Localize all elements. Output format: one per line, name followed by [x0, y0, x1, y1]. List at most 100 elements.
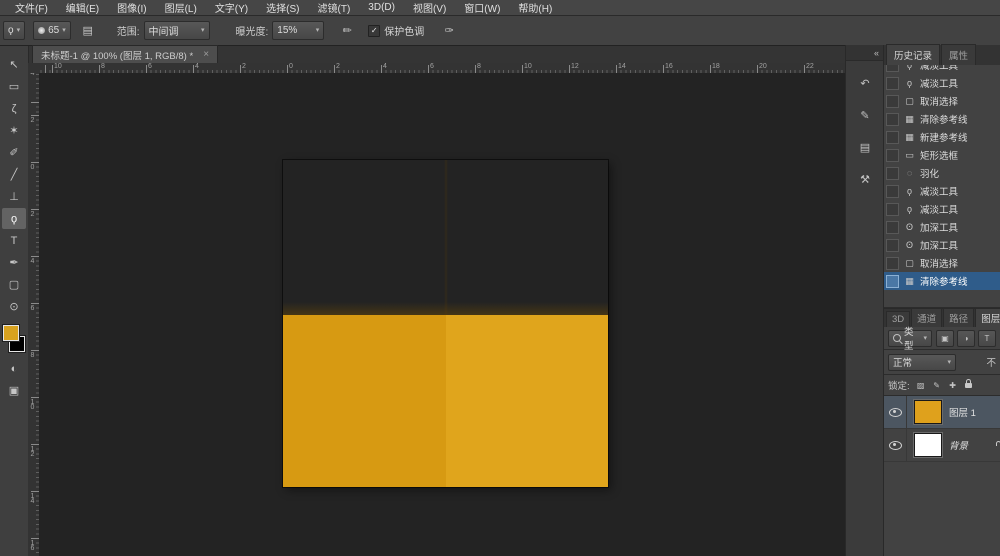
filter-type-layers-icon[interactable]: T [978, 330, 996, 347]
airbrush-toggle-button[interactable]: ✏ [336, 21, 358, 41]
history-source-checkbox[interactable] [886, 239, 899, 252]
history-item[interactable]: ▦ 新建参考线 [884, 128, 1000, 146]
lock-position-icon[interactable]: ✚ [946, 379, 960, 392]
magic-wand-tool[interactable]: ✶ [2, 120, 26, 141]
ruler-number: 14 [616, 63, 626, 70]
panel-dock-strip: « ↶ ✎ ▤ ⚒ [845, 45, 884, 556]
panel-tab[interactable]: 路径 [943, 308, 974, 327]
document-tab[interactable]: 未标题-1 @ 100% (图层 1, RGB/8) * × [32, 45, 218, 63]
visibility-toggle[interactable] [884, 429, 907, 461]
history-source-checkbox[interactable] [886, 185, 899, 198]
collapse-panels-icon[interactable]: « [874, 48, 879, 58]
dock-adjustments-icon[interactable]: ▤ [854, 137, 876, 157]
history-source-checkbox[interactable] [886, 113, 899, 126]
history-item[interactable]: ʘ 加深工具 [884, 236, 1000, 254]
layer-thumbnail[interactable] [914, 433, 942, 457]
rectangle-tool[interactable]: ▢ [2, 274, 26, 295]
lock-all-icon[interactable] [962, 379, 976, 392]
filter-glyph: T [985, 334, 990, 343]
blend-mode-select[interactable]: 正常 ▾ [888, 354, 956, 371]
brush-tool[interactable]: ╱ [2, 164, 26, 185]
zoom-tool[interactable]: ⊙ [2, 296, 26, 317]
menu-item[interactable]: 3D(D) [359, 2, 404, 13]
menu-item[interactable]: 滤镜(T) [309, 0, 360, 15]
history-item[interactable]: ◌ 羽化 [884, 164, 1000, 182]
close-icon[interactable]: × [203, 49, 209, 60]
panel-tab-label: 图层 [981, 314, 1000, 325]
exposure-select[interactable]: 15% ▾ [272, 21, 324, 40]
dock-history-icon[interactable]: ↶ [854, 73, 876, 93]
history-item[interactable]: ▢ 取消选择 [884, 92, 1000, 110]
type-tool[interactable]: T [2, 230, 26, 251]
visibility-toggle[interactable] [884, 396, 907, 428]
filter-pixel-layers-icon[interactable]: ▣ [936, 330, 954, 347]
brush-preset-picker[interactable]: 65 ▾ [33, 21, 71, 40]
tool-icon: ✶ [9, 124, 18, 137]
history-source-checkbox[interactable] [886, 77, 899, 90]
foreground-color-swatch[interactable] [3, 325, 19, 341]
layer-row[interactable]: 背景 [884, 429, 1000, 462]
screen-mode-button[interactable]: ▣ [2, 380, 26, 401]
menu-item[interactable]: 图层(L) [156, 0, 206, 15]
lock-transparency-icon[interactable]: ▨ [914, 379, 928, 392]
menu-item[interactable]: 文件(F) [6, 0, 57, 15]
layer-thumbnail[interactable] [914, 400, 942, 424]
filter-adjustment-layers-icon[interactable]: ◑ [957, 330, 975, 347]
brush-panel-toggle-button[interactable]: ▤ [77, 21, 99, 41]
ruler-number: 10 [522, 63, 532, 70]
menu-item[interactable]: 编辑(E) [57, 0, 108, 15]
canvas-area[interactable] [39, 73, 845, 556]
lock-option-glyph: ▨ [917, 381, 925, 390]
history-source-checkbox[interactable] [886, 149, 899, 162]
tool-preset-picker[interactable]: ϙ ▾ [3, 21, 25, 40]
dock-properties-icon[interactable]: ✎ [854, 105, 876, 125]
history-item[interactable]: ▦ 清除参考线 [884, 110, 1000, 128]
history-item[interactable]: ϙ 减淡工具 [884, 65, 1000, 74]
pen-tool[interactable]: ✒ [2, 252, 26, 273]
history-source-checkbox[interactable] [886, 257, 899, 270]
menu-item[interactable]: 选择(S) [257, 0, 308, 15]
history-item[interactable]: ϙ 减淡工具 [884, 200, 1000, 218]
history-item[interactable]: ▭ 矩形选框 [884, 146, 1000, 164]
history-item[interactable]: ▢ 取消选择 [884, 254, 1000, 272]
layer-filter-kind-select[interactable]: 类型 ▾ [888, 330, 932, 347]
lock-paint-icon[interactable]: ✎ [930, 379, 944, 392]
panel-tab[interactable]: 历史记录 [886, 44, 940, 65]
history-source-checkbox[interactable] [886, 167, 899, 180]
layer-row[interactable]: 图层 1 [884, 396, 1000, 429]
history-source-checkbox[interactable] [886, 203, 899, 216]
history-item[interactable]: ▦ 清除参考线 [884, 272, 1000, 290]
menu-item[interactable]: 帮助(H) [509, 0, 561, 15]
document-image[interactable] [283, 160, 608, 487]
menu-item[interactable]: 文字(Y) [206, 0, 257, 15]
history-item[interactable]: ʘ 加深工具 [884, 218, 1000, 236]
panel-tab[interactable]: 图层 [975, 308, 1000, 327]
history-step-icon: ϙ [903, 204, 916, 214]
quick-mask-button[interactable]: ◐ [2, 358, 26, 379]
tool-icon: ζ [12, 103, 17, 115]
clone-stamp-tool[interactable]: ⊥ [2, 186, 26, 207]
history-item[interactable]: ϙ 减淡工具 [884, 182, 1000, 200]
lasso-tool[interactable]: ζ [2, 98, 26, 119]
history-source-checkbox[interactable] [886, 65, 899, 72]
panel-tab[interactable]: 属性 [941, 44, 976, 65]
move-tool[interactable]: ↖ [2, 54, 26, 75]
chevron-down-icon: ▾ [923, 335, 927, 342]
dodge-burn-tool[interactable]: ϙ [2, 208, 26, 229]
history-source-checkbox[interactable] [886, 275, 899, 288]
dock-tool-presets-icon[interactable]: ⚒ [854, 169, 876, 189]
eyedropper-tool[interactable]: ✐ [2, 142, 26, 163]
rectangular-marquee-tool[interactable]: ▭ [2, 76, 26, 97]
history-item[interactable]: ϙ 减淡工具 [884, 74, 1000, 92]
menu-item[interactable]: 窗口(W) [455, 0, 509, 15]
history-source-checkbox[interactable] [886, 221, 899, 234]
color-swatches[interactable] [2, 325, 26, 352]
history-source-checkbox[interactable] [886, 131, 899, 144]
history-source-checkbox[interactable] [886, 95, 899, 108]
range-select[interactable]: 中间调 ▾ [144, 21, 210, 40]
menu-item[interactable]: 图像(I) [108, 0, 155, 15]
pressure-toggle-button[interactable]: ✑ [438, 21, 460, 41]
document-title: 未标题-1 @ 100% (图层 1, RGB/8) * [41, 48, 193, 62]
menu-item[interactable]: 视图(V) [404, 0, 455, 15]
protect-tones-checkbox[interactable]: ✓ 保护色调 [368, 23, 424, 38]
